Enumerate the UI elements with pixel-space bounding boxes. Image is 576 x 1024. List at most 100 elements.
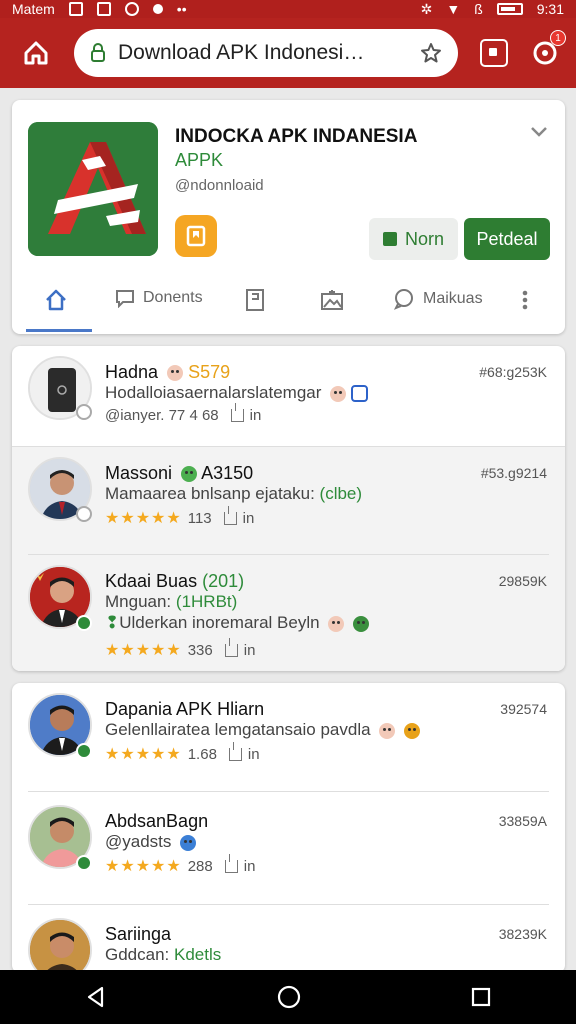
divider xyxy=(28,791,549,792)
sync-icon xyxy=(124,2,139,16)
app-logo xyxy=(28,122,158,256)
review-meta: @ianyer. 77 4 68 in xyxy=(105,403,262,424)
tab-home[interactable] xyxy=(44,288,68,312)
review-text-2: ❢Ulderkan inoremaral Beyln xyxy=(105,613,370,633)
more-dots-icon: •• xyxy=(176,1,187,17)
reviewer-name: Kdaai Buas (201) xyxy=(105,571,245,591)
chevron-down-icon[interactable] xyxy=(529,122,549,142)
home-button[interactable] xyxy=(14,31,58,75)
review-meta: ★★★★★ 1.68 in xyxy=(105,741,260,763)
online-badge xyxy=(76,855,92,871)
lock-icon xyxy=(91,43,105,62)
photo-icon xyxy=(321,290,343,310)
reviewer-name: Sariinga xyxy=(105,924,172,944)
tab-gallery[interactable] xyxy=(319,288,345,312)
list-item[interactable]: Kdaai Buas (201) Mnguan: (1HRBt) ❢Ulderk… xyxy=(12,555,565,671)
avatar xyxy=(28,918,92,973)
tab-maikuas-label: Maikuas xyxy=(423,290,483,307)
home-icon xyxy=(24,41,48,65)
back-icon[interactable] xyxy=(84,985,108,1009)
comment-icon xyxy=(116,290,134,308)
alarm-icon: ✲ xyxy=(420,0,433,17)
review-id: #53.g9214 xyxy=(480,465,547,481)
flag-icon xyxy=(246,289,264,311)
tab-flag[interactable] xyxy=(244,288,266,312)
reviewer-name: Massoni A3150 xyxy=(105,463,254,483)
review-text: Mnguan: (1HRBt) xyxy=(105,592,238,611)
recents-icon[interactable] xyxy=(470,986,492,1008)
address-bar[interactable]: Download APK Indonesi… xyxy=(74,29,458,77)
review-id: 38239K xyxy=(498,926,547,942)
norn-button[interactable]: Norn xyxy=(369,218,458,260)
app-header-card: INDOCKA APK INDANESIA APPK @ndonnloaid N… xyxy=(12,100,565,334)
app-subtitle: APPK xyxy=(175,150,224,170)
list-item[interactable]: AbdsanBagn @yadsts ★★★★★ 288 in 33859A xyxy=(12,795,565,903)
home-circle-icon[interactable] xyxy=(276,984,302,1010)
green-emoji-icon xyxy=(181,466,198,483)
norn-icon xyxy=(382,232,397,246)
reviewer-name: Dapania APK Hliarn xyxy=(105,699,265,719)
tab-donents-label: Donents xyxy=(143,289,203,306)
signal-label: ß xyxy=(474,1,483,17)
review-text: Gddcan: Kdetls xyxy=(105,945,222,964)
share-square-icon xyxy=(350,385,368,403)
share-icon[interactable] xyxy=(230,403,244,422)
divider xyxy=(28,904,549,905)
star-rating: ★★★★★ xyxy=(105,642,182,659)
review-meta: ★★★★★ 336 in xyxy=(105,637,256,659)
share-icon[interactable] xyxy=(224,853,238,873)
app-handle: @ndonnloaid xyxy=(175,177,264,194)
bookmark-icon xyxy=(186,225,206,247)
face-emoji-icon xyxy=(379,722,396,739)
list-item[interactable]: Sariinga Gddcan: Kdetls 38239K xyxy=(12,908,565,973)
list-item[interactable]: Hadna S579 Hodalloiasaernalarslatemgar @… xyxy=(12,346,565,454)
gallery-icon xyxy=(96,2,111,16)
review-id: #68:g253K xyxy=(479,364,547,380)
apk-logo-icon xyxy=(28,122,158,256)
download-button[interactable]: Petdeal xyxy=(464,218,550,260)
star-rating: ★★★★★ xyxy=(105,510,182,527)
share-icon[interactable] xyxy=(228,741,242,761)
url-text: Download APK Indonesi… xyxy=(118,41,365,64)
bookmark-badge[interactable] xyxy=(175,215,217,257)
more-vertical-icon xyxy=(522,290,528,310)
battery-icon xyxy=(496,3,523,15)
online-badge xyxy=(76,615,92,631)
tab-maikuas[interactable]: Maikuas xyxy=(393,288,483,310)
review-id: 392574 xyxy=(500,701,547,717)
review-id: 29859K xyxy=(498,573,547,589)
tab-donents[interactable]: Donents xyxy=(115,288,203,308)
review-id: 33859A xyxy=(498,813,547,829)
list-item[interactable]: Dapania APK Hliarn Gelenllairatea lemgat… xyxy=(12,683,565,791)
carrier-label: Matem xyxy=(12,1,55,17)
status-dot xyxy=(76,404,92,420)
status-bar: Matem •• ✲ ▼ ß 9:31 xyxy=(0,0,576,18)
app-title: INDOCKA APK INDANESIA xyxy=(175,126,418,147)
face-emoji-icon xyxy=(328,615,345,632)
review-text: Mamaarea bnlsanp ejataku: (clbe) xyxy=(105,484,363,503)
star-bookmark-icon[interactable] xyxy=(420,42,442,64)
home-tab-icon xyxy=(46,289,66,311)
list-item[interactable]: Massoni A3150 Mamaarea bnlsanp ejataku: … xyxy=(12,447,565,555)
system-nav-bar xyxy=(0,970,576,1024)
clock: 9:31 xyxy=(536,1,564,17)
notification-icon xyxy=(68,2,83,16)
reviewer-tag: S579 xyxy=(188,362,231,382)
review-text: Hodalloiasaernalarslatemgar xyxy=(105,383,368,403)
active-tab-indicator xyxy=(26,329,92,332)
status-dot xyxy=(76,506,92,522)
share-icon[interactable] xyxy=(223,505,237,525)
menu-button[interactable]: 1 xyxy=(530,30,566,68)
tabs-button[interactable] xyxy=(480,39,508,67)
chat-bubble-icon xyxy=(393,289,413,310)
share-icon[interactable] xyxy=(224,637,238,657)
reviewer-name: AbdsanBagn xyxy=(105,811,209,831)
reviewer-name: Hadna S579 xyxy=(105,362,231,382)
record-icon xyxy=(152,4,163,14)
face-emoji-icon xyxy=(167,365,184,382)
flag-emoji-icon xyxy=(353,615,370,632)
more-options-button[interactable] xyxy=(520,288,530,312)
star-rating: ★★★★★ xyxy=(105,746,182,763)
card-tabs: Donents Maikuas xyxy=(12,276,565,332)
info-emoji-icon xyxy=(180,834,197,851)
